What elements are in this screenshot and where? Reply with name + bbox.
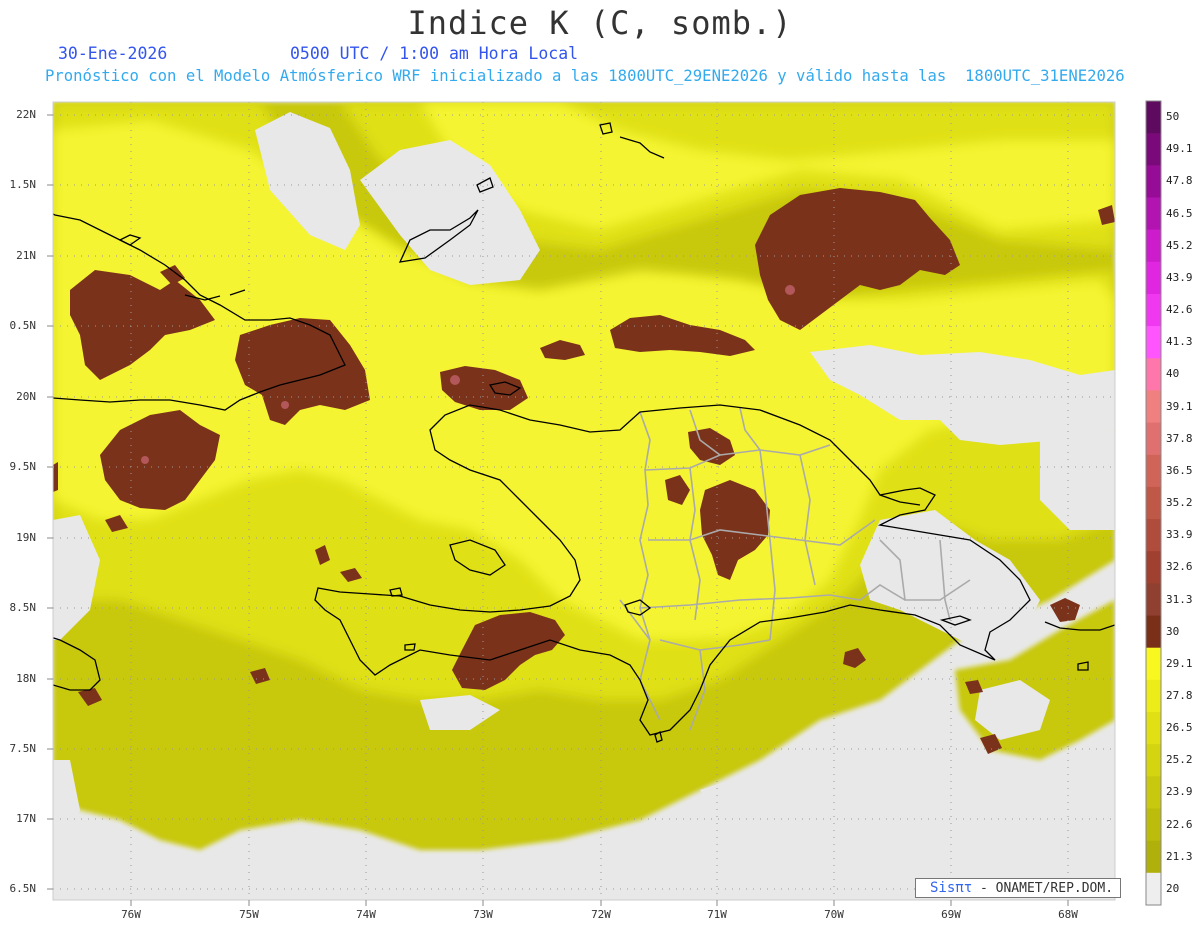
colorbar-swatch [1146, 390, 1161, 424]
colorbar-swatch [1146, 261, 1161, 295]
colorbar-label: 26.5 [1166, 721, 1193, 735]
colorbar-label: 29.1 [1166, 656, 1193, 670]
lon-label-72w: 72W [591, 908, 611, 921]
colorbar-swatch [1146, 583, 1161, 617]
colorbar-swatch [1146, 744, 1161, 777]
colorbar-swatch [1146, 840, 1161, 874]
lat-label-21n: 21N [16, 249, 36, 262]
sispi-logo-text: Sisπτ [930, 880, 973, 896]
colorbar-label: 27.8 [1166, 689, 1193, 702]
lon-label-73w: 73W [473, 908, 493, 921]
colorbar-swatch [1146, 133, 1161, 166]
colorbar-label: 42.6 [1166, 303, 1193, 316]
colorbar-swatch [1146, 776, 1161, 810]
colorbar-swatch [1146, 872, 1161, 906]
lon-label-71w: 71W [707, 908, 727, 921]
colorbar-swatch [1146, 165, 1161, 199]
lat-label-20-5n: 0.5N [9, 319, 37, 332]
colorbar-swatch [1146, 101, 1161, 134]
lon-label-70w: 70W [824, 908, 844, 921]
colorbar-swatch [1146, 294, 1161, 327]
lat-label-18-5n: 8.5N [9, 601, 37, 614]
lat-label-17n: 17N [16, 812, 36, 825]
k-index-map [47, 100, 1162, 906]
colorbar-label: 32.6 [1166, 560, 1193, 574]
lon-label-68w: 68W [1058, 908, 1078, 921]
colorbar-label: 25.2 [1166, 753, 1193, 767]
colorbar-label: 31.3 [1166, 592, 1193, 606]
colorbar-label: 40 [1166, 367, 1180, 381]
colorbar-swatch [1146, 679, 1161, 713]
lat-label-22n: 22N [16, 108, 36, 121]
colorbar-swatch [1146, 422, 1161, 456]
colorbar-swatch [1146, 326, 1161, 359]
colorbar-label: 49.1 [1166, 142, 1193, 156]
lon-label-75w: 75W [239, 908, 259, 921]
colorbar-swatch [1146, 808, 1161, 842]
colorbar-swatch [1146, 551, 1161, 584]
lon-label-74w: 74W [356, 908, 376, 921]
colorbar-label: 33.9 [1166, 528, 1193, 542]
map-plot-area [53, 102, 1115, 900]
lat-label-16-5n: 6.5N [9, 882, 37, 895]
credit-org: - ONAMET/REP.DOM. [979, 881, 1114, 896]
colorbar-swatch [1146, 519, 1161, 552]
colorbar-label: 22.6 [1166, 817, 1193, 831]
lat-label-19n: 19N [16, 531, 36, 544]
colorbar-label: 39.1 [1166, 399, 1193, 413]
colorbar-label: 30 [1166, 624, 1180, 638]
lat-label-21-5n: 1.5N [9, 178, 37, 191]
colorbar-label: 20 [1166, 881, 1180, 895]
colorbar-label: 43.9 [1166, 270, 1193, 284]
colorbar-swatch [1146, 647, 1161, 681]
lon-label-76w: 76W [121, 908, 141, 921]
colorbar-label: 37.8 [1166, 431, 1193, 445]
colorbar-label: 21.3 [1166, 849, 1193, 863]
colorbar-swatch [1146, 615, 1161, 649]
colorbar-swatch [1146, 358, 1161, 392]
colorbar-label: 41.3 [1166, 335, 1193, 349]
colorbar-label: 45.2 [1166, 238, 1193, 252]
lat-label-17-5n: 7.5N [9, 742, 37, 755]
colorbar-label: 36.5 [1166, 463, 1193, 477]
colorbar-label: 46.5 [1166, 206, 1193, 220]
colorbar-swatch [1146, 712, 1161, 745]
lat-label-19-5n: 9.5N [9, 460, 37, 473]
colorbar-label: 50 [1166, 110, 1180, 124]
credit-box: Sisπτ - ONAMET/REP.DOM. [915, 878, 1121, 898]
colorbar-swatch [1146, 197, 1161, 231]
colorbar-label: 35.2 [1166, 496, 1193, 509]
colorbar [1145, 100, 1162, 906]
lat-label-18n: 18N [16, 672, 36, 685]
colorbar-label: 23.9 [1166, 785, 1193, 799]
colorbar-swatch [1146, 229, 1161, 263]
lon-label-69w: 69W [941, 908, 961, 921]
colorbar-swatch [1146, 486, 1161, 520]
colorbar-label: 47.8 [1166, 174, 1193, 188]
lat-label-20n: 20N [16, 390, 36, 403]
colorbar-swatch [1146, 454, 1161, 488]
